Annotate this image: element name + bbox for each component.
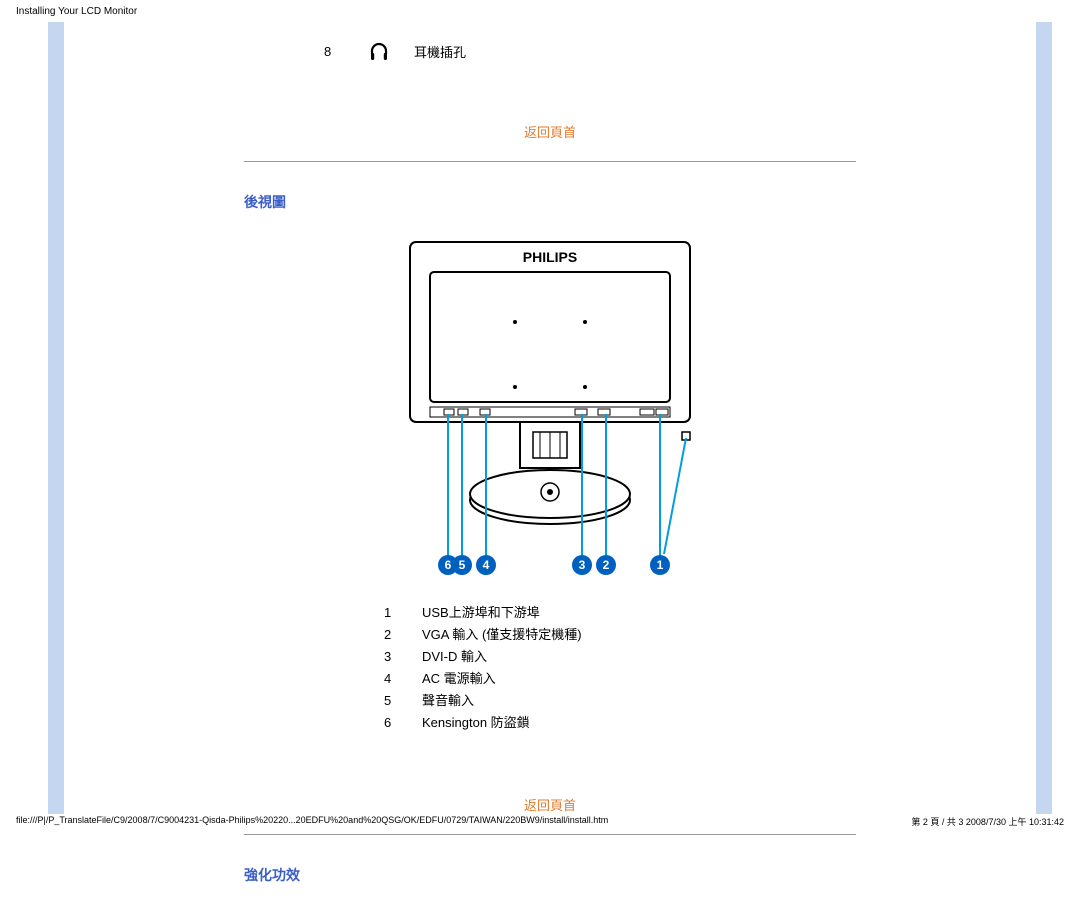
- port-num: 6: [384, 712, 400, 734]
- port-num: 4: [384, 668, 400, 690]
- list-item: 2 VGA 輸入 (僅支援特定機種): [384, 624, 856, 646]
- port-label: DVI-D 輸入: [422, 646, 487, 668]
- list-item: 6 Kensington 防盜鎖: [384, 712, 856, 734]
- footer-path: file:///P|/P_TranslateFile/C9/2008/7/C90…: [16, 815, 1064, 828]
- page-header-title: Installing Your LCD Monitor: [16, 6, 137, 17]
- list-item: 1 USB上游埠和下游埠: [384, 602, 856, 624]
- item-8: 8 耳機插孔: [244, 40, 856, 62]
- back-to-top-link-1[interactable]: 返回頁首: [244, 122, 856, 141]
- port-list: 1USB上游埠和下游埠 2VGA 輸入 (僅支援特定機種) 3DVI-D 輸入 …: [244, 602, 856, 735]
- item-8-number: 8: [324, 44, 344, 59]
- svg-text:2: 2: [603, 558, 610, 572]
- list-item: 5 聲音輸入: [384, 690, 856, 712]
- port-num: 5: [384, 690, 400, 712]
- svg-text:5: 5: [459, 558, 466, 572]
- svg-text:3: 3: [579, 558, 586, 572]
- port-label: 聲音輸入: [422, 690, 474, 712]
- port-num: 1: [384, 602, 400, 624]
- footer-file-path: file:///P|/P_TranslateFile/C9/2008/7/C90…: [16, 815, 608, 828]
- list-item: 3 DVI-D 輸入: [384, 646, 856, 668]
- svg-text:4: 4: [483, 558, 490, 572]
- right-margin-bar: [1036, 22, 1052, 814]
- rear-view-diagram: PHILIPS: [244, 232, 856, 582]
- headphone-icon: [364, 40, 394, 62]
- diagram-brand: PHILIPS: [523, 249, 577, 265]
- list-item: 4 AC 電源輸入: [384, 668, 856, 690]
- divider-1: [244, 161, 856, 162]
- port-label: AC 電源輸入: [422, 668, 496, 690]
- footer-page-info: 第 2 頁 / 共 3 2008/7/30 上午 10:31:42: [911, 815, 1064, 828]
- main-content: 8 耳機插孔 返回頁首 後視圖 PHILIPS: [64, 22, 1036, 905]
- left-margin-bar: [48, 22, 64, 814]
- svg-text:1: 1: [657, 558, 664, 572]
- back-to-top-link-2[interactable]: 返回頁首: [244, 795, 856, 814]
- port-label: VGA 輸入 (僅支援特定機種): [422, 624, 582, 646]
- port-label: USB上游埠和下游埠: [422, 602, 540, 624]
- port-num: 3: [384, 646, 400, 668]
- svg-text:6: 6: [445, 558, 452, 572]
- enhance-title: 強化功效: [244, 865, 856, 885]
- port-label: Kensington 防盜鎖: [422, 712, 530, 734]
- item-8-label: 耳機插孔: [414, 42, 466, 61]
- rear-view-title: 後視圖: [244, 192, 856, 212]
- port-num: 2: [384, 624, 400, 646]
